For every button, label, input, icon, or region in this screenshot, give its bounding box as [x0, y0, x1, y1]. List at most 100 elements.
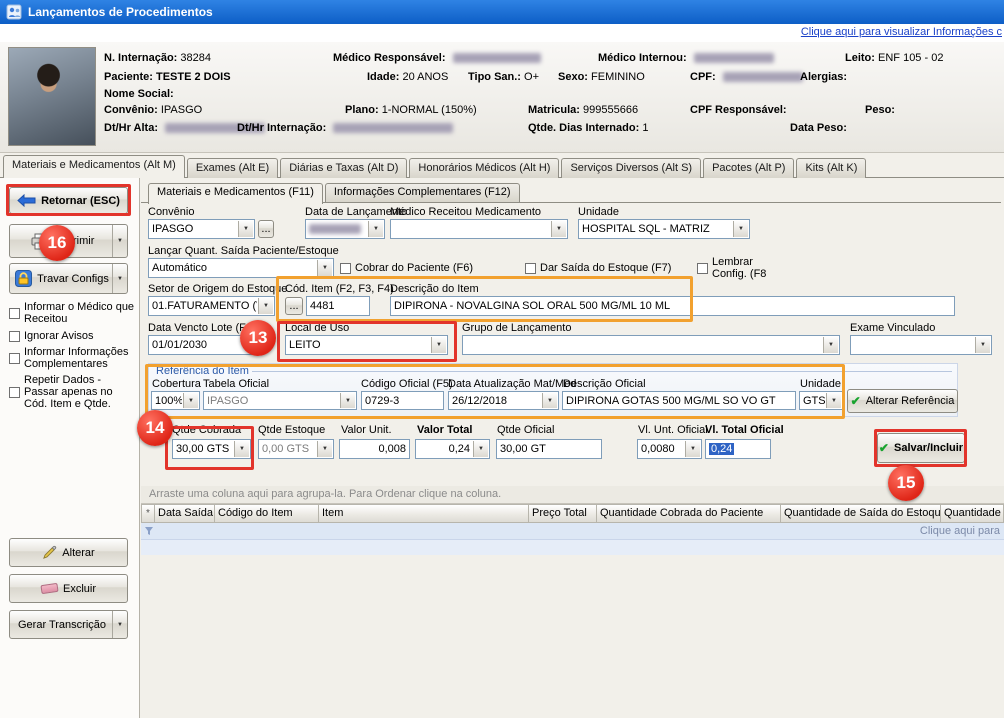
dropdown-arrow-icon[interactable]: ▼	[317, 441, 332, 457]
checkbox-box[interactable]	[9, 387, 20, 398]
dropdown-arrow-icon[interactable]: ▼	[258, 298, 273, 314]
cobertura-combobox[interactable]: 100% ▼	[151, 391, 200, 410]
unidade-oficial-combobox[interactable]: GTS ▼	[799, 391, 843, 410]
cobrar-paciente-checkbox[interactable]: Cobrar do Paciente (F6)	[340, 262, 473, 274]
qtde-estoque-combobox[interactable]: 0,00 GTS ▼	[258, 439, 334, 459]
cobrar-paciente-label: Cobrar do Paciente (F6)	[355, 262, 473, 274]
alterar-referencia-button[interactable]: ✔ Alterar Referência	[847, 389, 958, 413]
column-header-data-saida[interactable]: Data Saída	[155, 504, 215, 523]
tab-pacotes[interactable]: Pacotes (Alt P)	[703, 158, 794, 178]
travar-configs-dropdown-arrow-icon[interactable]: ▼	[112, 264, 127, 293]
dropdown-arrow-icon[interactable]: ▼	[733, 221, 748, 237]
lembrar-config-checkbox[interactable]: Lembrar Config. (F8	[697, 256, 781, 280]
qtde-cobrada-combobox[interactable]: 30,00 GTS ▼	[172, 439, 251, 459]
cpf-responsavel: CPF Responsável:	[690, 104, 787, 116]
medico-receitou-label: Médico Receitou Medicamento	[390, 206, 541, 218]
unidade-combobox[interactable]: HOSPITAL SQL - MATRIZ ▼	[578, 219, 750, 239]
dropdown-arrow-icon[interactable]: ▼	[542, 393, 557, 408]
salvar-incluir-label: Salvar/Incluir	[894, 442, 963, 454]
checkbox-box[interactable]	[9, 353, 20, 364]
data-vencto-input[interactable]: 01/01/2030	[148, 335, 254, 355]
tab-servicos-diversos[interactable]: Serviços Diversos (Alt S)	[561, 158, 701, 178]
tab-diarias-taxas[interactable]: Diárias e Taxas (Alt D)	[280, 158, 407, 178]
gerar-transcricao-dropdown-arrow-icon[interactable]: ▼	[112, 611, 127, 638]
funnel-icon	[144, 526, 154, 536]
column-header-preco-total[interactable]: Preço Total	[529, 504, 597, 523]
salvar-incluir-button[interactable]: ✔ Salvar/Incluir	[877, 433, 965, 463]
excluir-button[interactable]: Excluir	[9, 574, 128, 603]
dropdown-arrow-icon[interactable]: ▼	[234, 441, 249, 457]
codigo-oficial-input[interactable]: 0729-3	[361, 391, 444, 410]
grid-filter-row[interactable]: Clique aqui para	[141, 523, 1004, 540]
gerar-transcricao-button[interactable]: Gerar Transcrição ▼	[9, 610, 128, 639]
dropdown-arrow-icon[interactable]: ▼	[826, 393, 841, 408]
convenio-ellipsis-button[interactable]: ...	[258, 220, 274, 238]
dropdown-arrow-icon[interactable]: ▼	[823, 337, 838, 353]
imprimir-dropdown-arrow-icon[interactable]: ▼	[112, 225, 127, 257]
exame-vinculado-combobox[interactable]: ▼	[850, 335, 992, 355]
data-lancamento-combobox[interactable]: ▼	[305, 219, 385, 239]
grid-group-drop-zone[interactable]: Arraste uma coluna aqui para agrupa-la. …	[141, 486, 1004, 504]
checkbox-box[interactable]	[9, 331, 20, 342]
column-header-qtd-saida[interactable]: Quantidade de Saída do Estoque	[781, 504, 941, 523]
tab-informacoes-f12[interactable]: Informações Complementares (F12)	[325, 183, 520, 202]
dropdown-arrow-icon[interactable]: ▼	[238, 221, 253, 237]
valor-unit-input[interactable]: 0,008	[339, 439, 410, 459]
checkbox-box[interactable]	[697, 263, 708, 274]
dropdown-arrow-icon[interactable]: ▼	[975, 337, 990, 353]
vl-unt-oficial-combobox[interactable]: 0,0080 ▼	[637, 439, 702, 459]
checkbox-box[interactable]	[9, 308, 20, 319]
grid-empty-row[interactable]	[141, 540, 1004, 555]
dropdown-arrow-icon[interactable]: ▼	[368, 221, 383, 237]
cod-item-input[interactable]: 4481	[306, 296, 370, 316]
dropdown-arrow-icon[interactable]: ▼	[685, 441, 700, 457]
tabela-oficial-combobox[interactable]: IPASGO ▼	[203, 391, 357, 410]
local-uso-value: LEITO	[286, 339, 321, 351]
lancar-quant-combobox[interactable]: Automático ▼	[148, 258, 334, 278]
vl-total-oficial-input[interactable]: 0,24	[705, 439, 771, 459]
dropdown-arrow-icon[interactable]: ▼	[551, 221, 566, 237]
informar-informacoes-checkbox[interactable]: Informar Informações Complementares	[9, 346, 135, 370]
ignorar-avisos-checkbox[interactable]: Ignorar Avisos	[9, 330, 94, 342]
tab-materiais-medicamentos[interactable]: Materiais e Medicamentos (Alt M)	[3, 155, 185, 178]
valor-unit-label: Valor Unit.	[341, 424, 392, 436]
column-header-qtd-sa[interactable]: Quantidade de Sa	[941, 504, 1004, 523]
travar-configs-button[interactable]: Travar Configs ▼	[9, 263, 128, 294]
grupo-lancamento-combobox[interactable]: ▼	[462, 335, 840, 355]
column-header-qtd-cobrada[interactable]: Quantidade Cobrada do Paciente	[597, 504, 781, 523]
dar-saida-checkbox[interactable]: Dar Saída do Estoque (F7)	[525, 262, 671, 274]
descricao-item-input[interactable]: DIPIRONA - NOVALGINA SOL ORAL 500 MG/ML …	[390, 296, 955, 316]
data-atualizacao-combobox[interactable]: 26/12/2018 ▼	[448, 391, 559, 410]
alterar-button[interactable]: Alterar	[9, 538, 128, 567]
local-uso-combobox[interactable]: LEITO ▼	[285, 335, 448, 355]
visualizar-informacoes-link[interactable]: Clique aqui para visualizar Informações …	[801, 26, 1002, 38]
informar-informacoes-label: Informar Informações Complementares	[24, 346, 135, 370]
retornar-button[interactable]: Retornar (ESC)	[9, 187, 128, 214]
tab-materiais-f11[interactable]: Materiais e Medicamentos (F11)	[148, 183, 323, 204]
dropdown-arrow-icon[interactable]: ▼	[183, 393, 198, 408]
repetir-dados-checkbox[interactable]: Repetir Dados - Passar apenas no Cód. It…	[9, 374, 135, 410]
window-title: Lançamentos de Procedimentos	[28, 5, 213, 19]
setor-origem-combobox[interactable]: 01.FATURAMENTO (VIRT ▼	[148, 296, 275, 316]
cod-item-ellipsis-button[interactable]: ...	[285, 297, 303, 315]
valor-total-combobox[interactable]: 0,24 ▼	[415, 439, 490, 459]
checkbox-box[interactable]	[525, 263, 536, 274]
column-header-item[interactable]: Item	[319, 504, 529, 523]
paciente: Paciente: TESTE 2 DOIS	[104, 71, 231, 83]
dropdown-arrow-icon[interactable]: ▼	[431, 337, 446, 353]
dropdown-arrow-icon[interactable]: ▼	[473, 441, 488, 457]
dropdown-arrow-icon[interactable]: ▼	[317, 260, 332, 276]
dropdown-arrow-icon[interactable]: ▼	[340, 393, 355, 408]
tab-exames[interactable]: Exames (Alt E)	[187, 158, 278, 178]
dar-saida-label: Dar Saída do Estoque (F7)	[540, 262, 671, 274]
convenio-combobox[interactable]: IPASGO ▼	[148, 219, 255, 239]
checkbox-box[interactable]	[340, 263, 351, 274]
qtde-oficial-input[interactable]: 30,00 GT	[496, 439, 602, 459]
tab-honorarios-medicos[interactable]: Honorários Médicos (Alt H)	[409, 158, 559, 178]
matricula-value: 999555666	[583, 104, 638, 116]
tab-kits[interactable]: Kits (Alt K)	[796, 158, 866, 178]
descricao-oficial-input[interactable]: DIPIRONA GOTAS 500 MG/ML SO VO GT	[562, 391, 796, 410]
informar-medico-checkbox[interactable]: Informar o Médico que Receitou	[9, 301, 135, 325]
column-header-codigo-item[interactable]: Código do Item	[215, 504, 319, 523]
medico-receitou-combobox[interactable]: ▼	[390, 219, 568, 239]
